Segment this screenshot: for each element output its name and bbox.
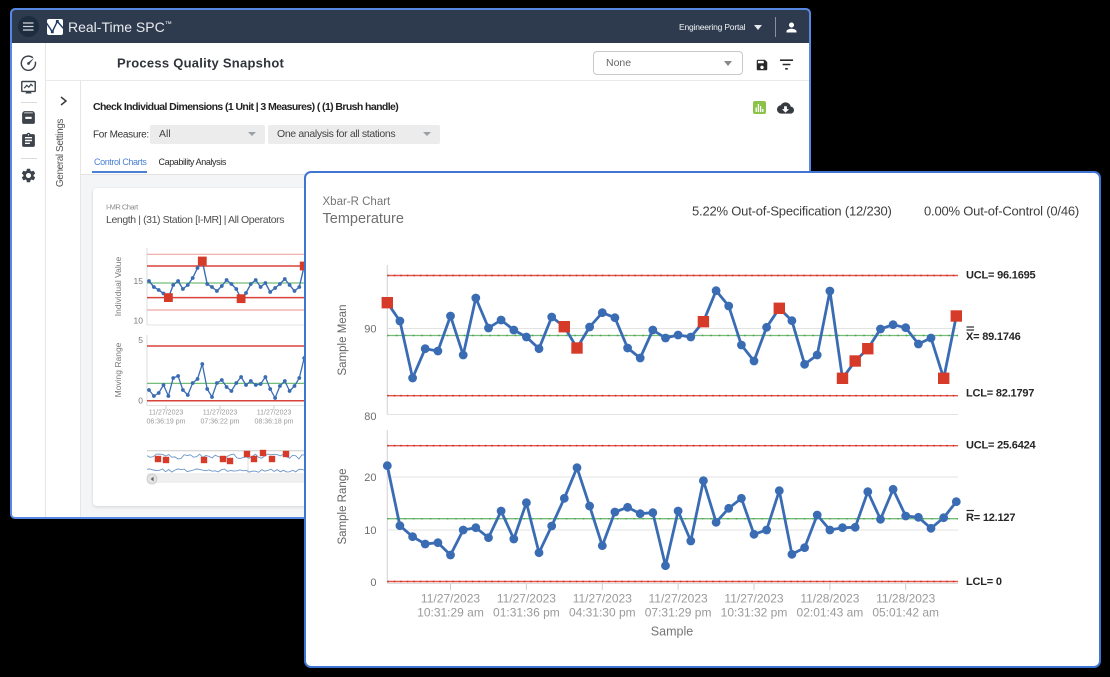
svg-text:5: 5 [138, 335, 143, 345]
svg-text:0: 0 [370, 577, 376, 589]
svg-text:10: 10 [134, 315, 144, 325]
svg-text:11/27/2023: 11/27/2023 [421, 592, 480, 606]
svg-text:11/27/2023: 11/27/2023 [497, 592, 556, 606]
svg-text:Individual Value: Individual Value [113, 257, 123, 317]
svg-text:07:31:29 pm: 07:31:29 pm [645, 606, 712, 620]
svg-text:05:01:42 am: 05:01:42 am [872, 606, 939, 620]
svg-text:02:01:43 am: 02:01:43 am [797, 606, 864, 620]
svg-text:X= 89.1746: X= 89.1746 [966, 331, 1021, 343]
svg-text:11/27/2023: 11/27/2023 [573, 592, 632, 606]
svg-text:Sample Range: Sample Range [337, 468, 349, 544]
svg-text:11/27/2023: 11/27/2023 [203, 409, 238, 416]
svg-text:07:36:22 pm: 07:36:22 pm [201, 418, 240, 425]
svg-text:11/27/2023: 11/27/2023 [649, 592, 708, 606]
svg-text:LCL= 0: LCL= 0 [966, 576, 1002, 588]
svg-text:15: 15 [134, 276, 144, 286]
svg-text:04:31:30 pm: 04:31:30 pm [569, 606, 636, 620]
svg-text:Moving Range: Moving Range [113, 342, 123, 397]
svg-text:LCL= 82.1797: LCL= 82.1797 [966, 387, 1034, 399]
svg-text:R= 12.127: R= 12.127 [966, 512, 1015, 524]
svg-text:01:31:36 pm: 01:31:36 pm [493, 606, 560, 620]
svg-text:10:31:32 pm: 10:31:32 pm [721, 606, 788, 620]
svg-text:11/27/2023: 11/27/2023 [149, 409, 184, 416]
svg-text:11/28/2023: 11/28/2023 [876, 592, 935, 606]
svg-text:UCL= 96.1695: UCL= 96.1695 [966, 269, 1036, 281]
svg-text:11/27/2023: 11/27/2023 [257, 409, 292, 416]
svg-text:08:36:18 pm: 08:36:18 pm [255, 418, 294, 425]
svg-text:Sample Mean: Sample Mean [337, 305, 349, 376]
svg-text:Sample: Sample [651, 624, 693, 638]
svg-text:80: 80 [364, 411, 376, 423]
svg-text:11/27/2023: 11/27/2023 [724, 592, 783, 606]
svg-text:10:31:29 am: 10:31:29 am [417, 606, 484, 620]
svg-text:20: 20 [364, 472, 376, 484]
svg-text:11/28/2023: 11/28/2023 [800, 592, 859, 606]
svg-text:0: 0 [138, 396, 143, 406]
svg-text:10: 10 [364, 525, 376, 537]
svg-text:06:36:19 pm: 06:36:19 pm [147, 418, 186, 425]
svg-text:90: 90 [364, 323, 376, 335]
svg-text:UCL= 25.6424: UCL= 25.6424 [966, 439, 1037, 451]
